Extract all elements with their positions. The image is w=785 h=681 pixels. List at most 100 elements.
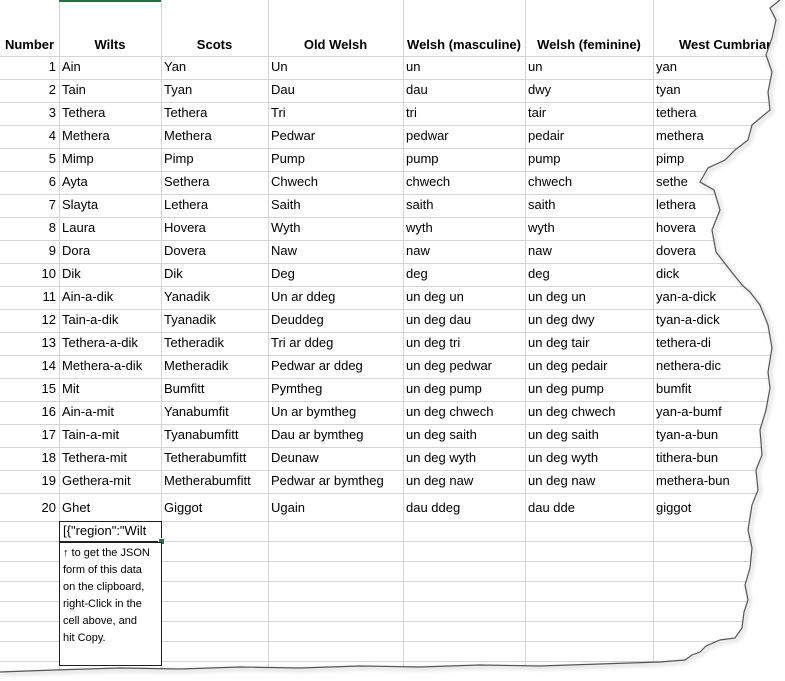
table-cell[interactable]: Gethera-mit — [59, 470, 161, 493]
table-cell[interactable]: Dora — [59, 240, 161, 263]
table-cell[interactable]: naw — [525, 240, 653, 263]
table-cell[interactable]: Tri — [268, 102, 403, 125]
table-cell[interactable]: Yan — [161, 56, 268, 79]
table-cell[interactable]: Deg — [268, 263, 403, 286]
row-number-cell[interactable]: 13 — [0, 332, 59, 355]
table-cell[interactable]: un deg wyth — [525, 447, 653, 470]
table-cell[interactable]: un deg pump — [525, 378, 653, 401]
row-number-cell[interactable]: 7 — [0, 194, 59, 217]
spreadsheet-grid[interactable]: Number Wilts Scots Old Welsh Welsh (masculin… — [0, 0, 785, 681]
table-cell[interactable]: yan-a-dick — [653, 286, 785, 309]
table-cell[interactable]: Dik — [59, 263, 161, 286]
table-cell[interactable]: Methera — [161, 125, 268, 148]
table-cell[interactable]: chwech — [403, 171, 525, 194]
table-cell[interactable]: Ghet — [59, 497, 161, 520]
table-cell[interactable]: Methera-a-dik — [59, 355, 161, 378]
table-cell[interactable]: un deg naw — [403, 470, 525, 493]
table-cell[interactable]: pedair — [525, 125, 653, 148]
table-cell[interactable]: sethe — [653, 171, 785, 194]
table-cell[interactable]: naw — [403, 240, 525, 263]
row-number-cell[interactable]: 2 — [0, 79, 59, 102]
table-cell[interactable]: Metherabumfitt — [161, 470, 268, 493]
table-cell[interactable]: dwy — [525, 79, 653, 102]
table-cell[interactable]: tithera-bun — [653, 447, 785, 470]
table-cell[interactable]: Chwech — [268, 171, 403, 194]
row-number-cell[interactable]: 12 — [0, 309, 59, 332]
table-cell[interactable]: Bumfitt — [161, 378, 268, 401]
table-cell[interactable]: Tri ar ddeg — [268, 332, 403, 355]
table-cell[interactable]: Tethera-a-dik — [59, 332, 161, 355]
table-cell[interactable]: pump — [525, 148, 653, 171]
table-cell[interactable]: Pedwar ar bymtheg — [268, 470, 403, 493]
table-cell[interactable]: Tain — [59, 79, 161, 102]
row-number-cell[interactable]: 18 — [0, 447, 59, 470]
table-cell[interactable]: yan-a-bumf — [653, 401, 785, 424]
table-cell[interactable]: un deg chwech — [403, 401, 525, 424]
table-cell[interactable]: un deg pedwar — [403, 355, 525, 378]
table-cell[interactable]: Un ar bymtheg — [268, 401, 403, 424]
table-cell[interactable]: Deuddeg — [268, 309, 403, 332]
table-cell[interactable]: un deg pump — [403, 378, 525, 401]
table-cell[interactable]: saith — [525, 194, 653, 217]
table-cell[interactable]: pump — [403, 148, 525, 171]
table-cell[interactable]: nethera-dic — [653, 355, 785, 378]
table-cell[interactable]: dau — [403, 79, 525, 102]
table-cell[interactable]: Mimp — [59, 148, 161, 171]
table-cell[interactable]: Yanabumfit — [161, 401, 268, 424]
table-cell[interactable]: un deg tair — [525, 332, 653, 355]
table-cell[interactable]: tethera — [653, 102, 785, 125]
row-number-cell[interactable]: 5 — [0, 148, 59, 171]
table-cell[interactable]: Deunaw — [268, 447, 403, 470]
table-cell[interactable]: tyan — [653, 79, 785, 102]
table-cell[interactable]: Tain-a-dik — [59, 309, 161, 332]
table-cell[interactable]: un deg dau — [403, 309, 525, 332]
row-number-cell[interactable]: 15 — [0, 378, 59, 401]
table-cell[interactable]: methera-bun — [653, 470, 785, 493]
table-cell[interactable]: Saith — [268, 194, 403, 217]
row-number-cell[interactable]: 14 — [0, 355, 59, 378]
table-cell[interactable]: Ain-a-mit — [59, 401, 161, 424]
row-number-cell[interactable]: 19 — [0, 470, 59, 493]
table-cell[interactable]: Naw — [268, 240, 403, 263]
row-number-cell[interactable]: 3 — [0, 102, 59, 125]
table-cell[interactable]: Tetheradik — [161, 332, 268, 355]
table-cell[interactable]: pimp — [653, 148, 785, 171]
table-cell[interactable]: Ain-a-dik — [59, 286, 161, 309]
table-cell[interactable]: Dau — [268, 79, 403, 102]
row-number-cell[interactable]: 8 — [0, 217, 59, 240]
table-cell[interactable]: wyth — [403, 217, 525, 240]
table-cell[interactable]: dick — [653, 263, 785, 286]
table-cell[interactable]: un deg un — [525, 286, 653, 309]
row-number-cell[interactable]: 4 — [0, 125, 59, 148]
table-cell[interactable]: Lethera — [161, 194, 268, 217]
table-cell[interactable]: Tyanabumfitt — [161, 424, 268, 447]
selected-json-cell[interactable]: [{"region":"Wilt — [59, 521, 162, 542]
table-cell[interactable]: Dau ar bymtheg — [268, 424, 403, 447]
table-cell[interactable]: tethera-di — [653, 332, 785, 355]
table-cell[interactable]: tri — [403, 102, 525, 125]
table-cell[interactable]: un — [525, 56, 653, 79]
table-cell[interactable]: un deg un — [403, 286, 525, 309]
table-cell[interactable]: methera — [653, 125, 785, 148]
table-cell[interactable]: un deg naw — [525, 470, 653, 493]
table-cell[interactable]: dovera — [653, 240, 785, 263]
table-cell[interactable]: Tyanadik — [161, 309, 268, 332]
row-number-cell[interactable]: 9 — [0, 240, 59, 263]
row-number-cell[interactable]: 6 — [0, 171, 59, 194]
table-cell[interactable]: dau dde — [525, 497, 653, 520]
table-cell[interactable]: un deg wyth — [403, 447, 525, 470]
table-cell[interactable]: Tethera — [161, 102, 268, 125]
table-cell[interactable]: pedwar — [403, 125, 525, 148]
table-cell[interactable]: Dik — [161, 263, 268, 286]
table-cell[interactable]: Ugain — [268, 497, 403, 520]
table-cell[interactable]: tyan-a-bun — [653, 424, 785, 447]
row-number-cell[interactable]: 1 — [0, 56, 59, 79]
table-cell[interactable]: Tain-a-mit — [59, 424, 161, 447]
table-cell[interactable]: Mit — [59, 378, 161, 401]
table-cell[interactable]: un deg chwech — [525, 401, 653, 424]
table-cell[interactable]: un deg tri — [403, 332, 525, 355]
table-cell[interactable]: Tyan — [161, 79, 268, 102]
table-cell[interactable]: hovera — [653, 217, 785, 240]
table-cell[interactable]: deg — [403, 263, 525, 286]
table-cell[interactable]: Pymtheg — [268, 378, 403, 401]
